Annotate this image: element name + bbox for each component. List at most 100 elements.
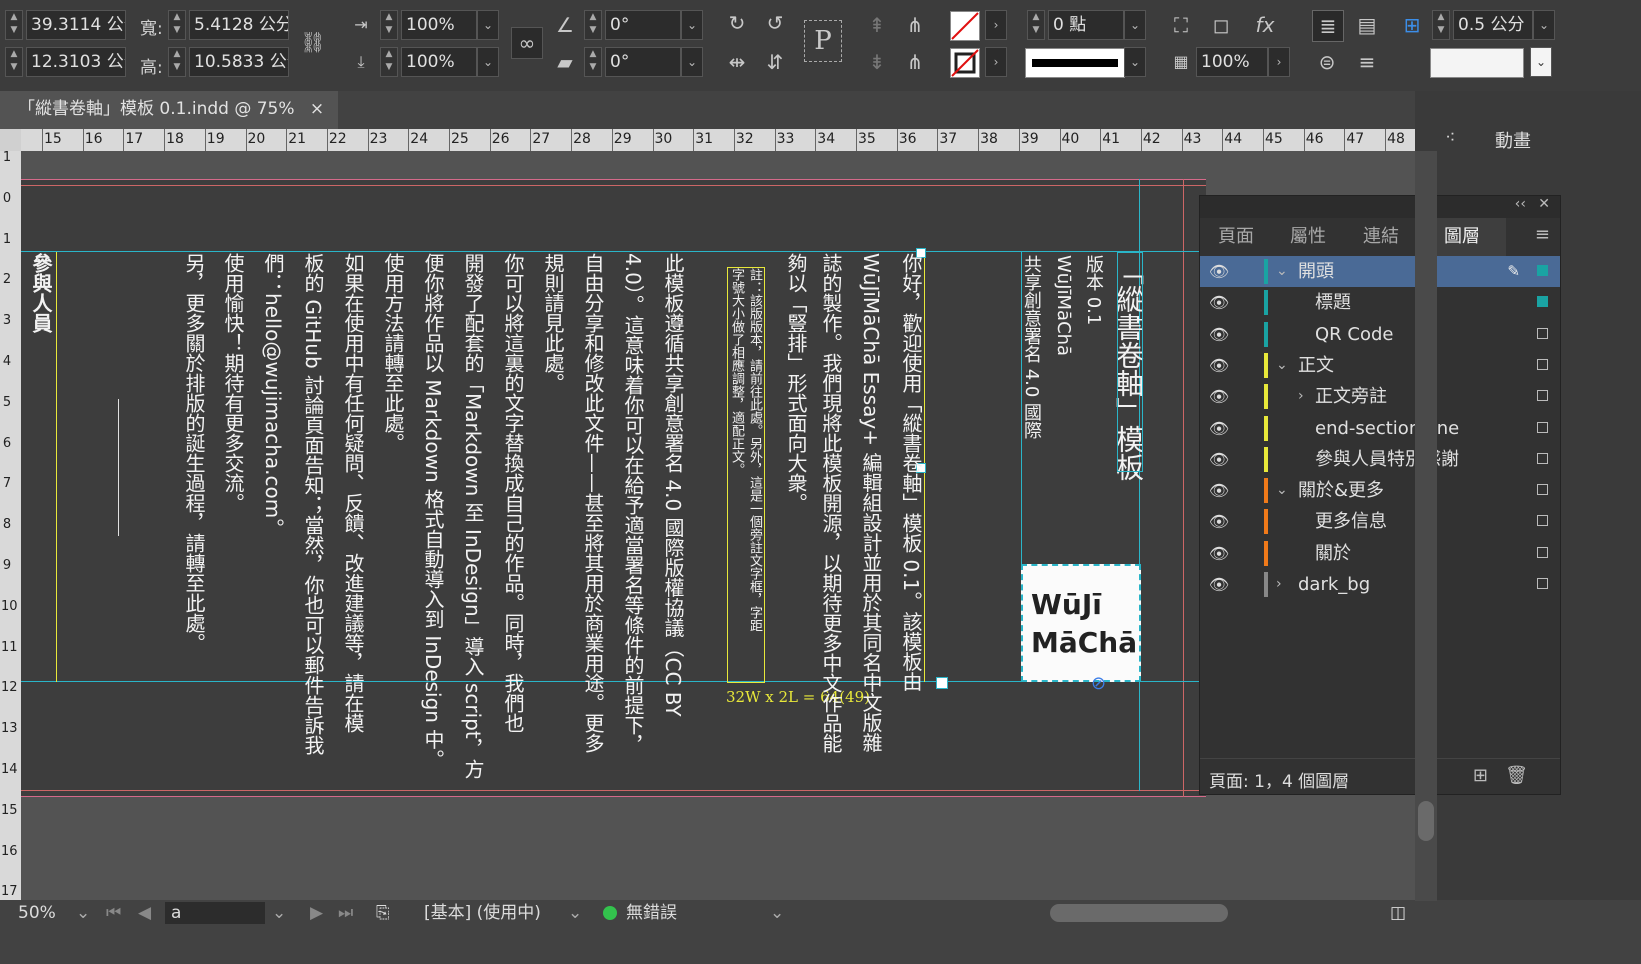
page-spread[interactable]: 「縱書卷軸」模板 版本 0.1 WūJīMāChā 共享創意署名 4.0 國際 … <box>21 179 1206 797</box>
close-panel-icon[interactable]: ✕ <box>1538 196 1550 212</box>
horizontal-scrollbar-thumb[interactable] <box>1050 904 1228 922</box>
text-wrap-bounding-icon[interactable]: ▤ <box>1352 10 1382 40</box>
width-field[interactable]: 5.4128 公分 <box>189 10 289 40</box>
y-field[interactable]: 12.3103 公分 <box>26 47 126 77</box>
body-text-column[interactable]: 使用方法請轉至此處。 <box>373 253 413 453</box>
stroke-dropdown[interactable]: › <box>985 47 1007 77</box>
chevron-down-icon[interactable]: ⌄ <box>1276 475 1288 506</box>
object-style-dropdown[interactable]: ⌄ <box>1530 47 1552 77</box>
flip-vertical-icon[interactable]: ⇵ <box>760 47 790 77</box>
rotate-field[interactable]: 0° <box>605 10 681 40</box>
layer-row[interactable]: 👁 標題 <box>1200 287 1560 318</box>
body-text-column[interactable]: 自由分享和修改此文件——甚至將其用於商業用途。更多 <box>573 253 613 753</box>
effects-icon[interactable]: fx <box>1250 10 1280 40</box>
vertical-scrollbar-thumb[interactable] <box>1418 801 1434 841</box>
opacity-dropdown[interactable]: › <box>1268 47 1290 77</box>
select-next-icon[interactable]: ⋔ <box>900 47 930 77</box>
selection-indicator[interactable] <box>1537 327 1548 339</box>
panel-title-bar[interactable]: ‹‹ ✕ <box>1200 196 1560 218</box>
stroke-swatch[interactable] <box>950 48 980 78</box>
select-previous-icon[interactable]: ⋔ <box>900 10 930 40</box>
body-text-column[interactable]: 規則請見此處。 <box>533 253 573 393</box>
zoom-dropdown-icon[interactable]: ⌄ <box>76 902 90 924</box>
chevron-down-icon[interactable]: ⌄ <box>1276 256 1288 287</box>
ruler-origin[interactable] <box>0 129 21 151</box>
visibility-eye-icon[interactable]: 👁 <box>1206 475 1232 506</box>
visibility-eye-icon[interactable]: 👁 <box>1206 569 1232 600</box>
page-field[interactable]: a <box>165 902 265 924</box>
side-note-frame[interactable]: 註：該版版本，請前往此處。另外，這是一個旁註文字框，字距 字號大小做了相應調整，… <box>727 267 765 683</box>
align-center-icon[interactable]: ⊜ <box>1312 47 1342 77</box>
visibility-eye-icon[interactable]: 👁 <box>1206 413 1232 444</box>
body-text-column[interactable]: 使用愉快！期待有更多交流。 <box>213 253 253 513</box>
shear-dropdown[interactable]: ⌄ <box>681 47 703 77</box>
stroke-type-field[interactable] <box>1025 48 1125 78</box>
animation-icon[interactable]: ⁖ <box>1445 127 1456 148</box>
selection-indicator[interactable] <box>1537 390 1548 402</box>
delete-layer-icon[interactable]: 🗑 <box>1505 765 1528 786</box>
panel-tab[interactable]: 頁面 <box>1200 218 1272 256</box>
shear-stepper[interactable]: ▲ ▼ <box>584 47 602 77</box>
selection-indicator[interactable] <box>1537 296 1548 308</box>
qr-logo-frame[interactable]: WūJī MāChā <box>1021 564 1141 682</box>
body-text-column[interactable]: 們：hello@wujimacha.com。 <box>253 253 293 538</box>
body-text-column[interactable]: 另，更多關於排版的誕生過程，請轉至此處。 <box>174 253 214 653</box>
panel-tab[interactable]: 連結 <box>1344 218 1418 256</box>
rotate-stepper[interactable]: ▲ ▼ <box>584 10 602 40</box>
page-dropdown-icon[interactable]: ⌄ <box>272 902 286 924</box>
selection-indicator[interactable] <box>1537 484 1548 496</box>
selection-indicator[interactable] <box>1537 265 1548 276</box>
visibility-eye-icon[interactable]: 👁 <box>1206 506 1232 537</box>
frame-spacing-dropdown[interactable]: ⌄ <box>1533 10 1555 40</box>
align-top-icon[interactable]: ≡ <box>1352 47 1382 77</box>
scale-x-field[interactable]: 100% <box>401 10 477 40</box>
flip-horizontal-icon[interactable]: ⇹ <box>722 47 752 77</box>
license-short-text[interactable]: 共享創意署名 4.0 國際 <box>1019 255 1043 439</box>
panel-menu-icon[interactable]: ≡ <box>1535 224 1550 245</box>
profile-dropdown-icon[interactable]: ⌄ <box>568 902 582 924</box>
stroke-type-dropdown[interactable]: ⌄ <box>1124 47 1146 77</box>
frame-spacing-field[interactable]: 0.5 公分 <box>1453 10 1533 40</box>
stroke-weight-dropdown[interactable]: ⌄ <box>1124 10 1146 40</box>
author-text[interactable]: WūJīMāChā <box>1051 255 1075 356</box>
x-field[interactable]: 39.3114 公分 <box>26 10 126 40</box>
layer-row[interactable]: 👁 end-section-line <box>1200 413 1560 444</box>
body-text-column[interactable]: 開發了配套的「Markdown 至 InDesign」導入 script，方 <box>453 253 493 779</box>
object-style-field[interactable] <box>1430 48 1524 78</box>
stroke-weight-field[interactable]: 0 點 <box>1048 10 1124 40</box>
new-layer-icon[interactable]: ⊞ <box>1473 765 1488 786</box>
body-text-column[interactable]: 誌的製作。我們現將此模板開源，以期待更多中文作品能 <box>811 253 851 753</box>
rotate-ccw-icon[interactable]: ↺ <box>760 8 790 38</box>
shear-field[interactable]: 0° <box>605 47 681 77</box>
rotate-cw-icon[interactable]: ↻ <box>722 8 752 38</box>
document-tab[interactable]: 「縱書卷軸」模板 0.1.indd @ 75% × <box>0 91 338 129</box>
text-wrap-none-icon[interactable]: ≣ <box>1312 10 1344 42</box>
selection-indicator[interactable] <box>1537 578 1548 589</box>
preflight-profile[interactable]: [基本] (使用中) <box>424 902 541 924</box>
layer-row[interactable]: 👁 ⌄ 正文 <box>1200 350 1560 381</box>
visibility-eye-icon[interactable]: 👁 <box>1206 319 1232 350</box>
link-scale-icon[interactable]: ∞ <box>511 27 543 59</box>
zoom-field[interactable]: 50% <box>18 902 56 924</box>
visibility-eye-icon[interactable]: 👁 <box>1206 256 1232 287</box>
layer-row[interactable]: 👁 關於 <box>1200 538 1560 569</box>
participants-heading[interactable]: 參與人員 <box>27 253 55 333</box>
layer-row[interactable]: 👁 ⌄ 關於&更多 <box>1200 475 1560 506</box>
scale-x-dropdown[interactable]: ⌄ <box>477 10 499 40</box>
preflight-status[interactable]: 無錯誤 <box>626 902 677 924</box>
body-text-column[interactable]: 你可以將這裏的文字替換成自己的作品。同時，我們也 <box>493 253 533 733</box>
visibility-eye-icon[interactable]: 👁 <box>1206 444 1232 475</box>
y-stepper[interactable]: ▲ ▼ <box>5 47 23 77</box>
body-text-column[interactable]: 板的 GitHub 討論頁面告知；當然，你也可以郵件告訴我 <box>293 253 333 755</box>
body-text-column[interactable]: 如果在使用中有任何疑問、反饋、改進建議等，請在模 <box>333 253 373 733</box>
visibility-eye-icon[interactable]: 👁 <box>1206 381 1232 412</box>
animation-panel-label[interactable]: 動畫 <box>1495 127 1531 153</box>
layer-row[interactable]: 👁 ⌄ 開頭 ✎ <box>1200 256 1560 287</box>
chevron-right-icon[interactable]: › <box>1276 569 1282 600</box>
first-page-icon[interactable]: ⏮ <box>106 902 121 924</box>
width-stepper[interactable]: ▲ ▼ <box>168 10 186 40</box>
layer-row[interactable]: 👁 QR Code <box>1200 319 1560 350</box>
close-tab-icon[interactable]: × <box>310 99 324 119</box>
opacity-field[interactable]: 100% <box>1196 47 1268 77</box>
visibility-eye-icon[interactable]: 👁 <box>1206 350 1232 381</box>
